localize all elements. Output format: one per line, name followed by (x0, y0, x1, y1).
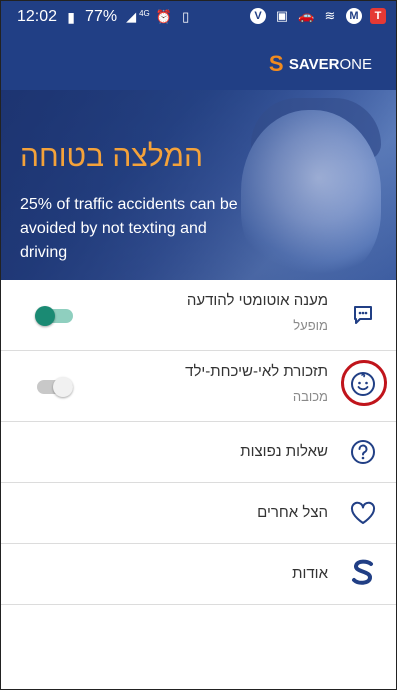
status-time: 12:02 (17, 8, 58, 25)
status-left: 12:02 ▮ 77% ◢ 4G ⏰ ▯ (17, 8, 194, 26)
hero-title: המלצה בטוחה (20, 140, 204, 173)
hero-banner: המלצה בטוחה 25% of traffic accidents can… (1, 90, 396, 280)
message-dots-icon (350, 302, 376, 328)
settings-item-title: אודות (292, 565, 328, 582)
signal-icon: ◢ (126, 9, 137, 24)
viber-icon: V (250, 8, 266, 24)
settings-item-title: הצל אחרים (257, 504, 328, 521)
wind-icon: ≋ (324, 8, 336, 23)
settings-item-child-reminder[interactable]: תזכורת לאי-שיכחת-ילד מכובה (1, 351, 396, 422)
settings-item-save-others[interactable]: הצל אחרים (1, 483, 396, 544)
settings-item-about[interactable]: אודות (1, 544, 396, 605)
heart-outline-icon (350, 500, 376, 526)
settings-item-title: תזכורת לאי-שיכחת-ילד (185, 363, 328, 380)
child-reminder-toggle[interactable] (37, 377, 73, 397)
saverone-s-logo-icon: S (268, 51, 284, 76)
brand-name: SAVERONE (288, 55, 372, 73)
settings-item-status: מכובה (292, 389, 328, 404)
app-screen: 12:02 ▮ 77% ◢ 4G ⏰ ▯ V ▣ 🚗 ≋ M T S SAVER… (0, 0, 397, 690)
settings-item-title: שאלות נפוצות (240, 443, 328, 460)
battery-percent: 77% (85, 8, 118, 25)
settings-list: מענה אוטומטי להודעה מופעל תזכורת לאי-שיכ… (1, 280, 396, 605)
battery-icon: ▮ (67, 9, 75, 25)
app-m-icon: M (346, 8, 362, 24)
hero-subtitle: 25% of traffic accidents can be avoided … (20, 196, 238, 261)
toggle-knob (35, 306, 55, 326)
alarm-icon: ⏰ (155, 9, 172, 24)
toggle-knob (53, 377, 73, 397)
gallery-icon: ▣ (275, 8, 289, 23)
question-circle-icon (350, 439, 376, 465)
status-right: V ▣ 🚗 ≋ M T (250, 8, 386, 24)
vibrate-icon: ▯ (182, 9, 190, 24)
settings-item-title: מענה אוטומטי להודעה (186, 292, 328, 309)
app-notification-icon: T (370, 8, 386, 24)
status-bar: 12:02 ▮ 77% ◢ 4G ⏰ ▯ V ▣ 🚗 ≋ M T (1, 1, 396, 34)
settings-item-faq[interactable]: שאלות נפוצות (1, 422, 396, 483)
network-type: 4G (139, 8, 150, 18)
drive-icon: 🚗 (298, 8, 315, 23)
baby-face-icon (350, 371, 376, 397)
app-bar: S SAVERONE (1, 34, 396, 90)
settings-item-status: מופעל (293, 318, 328, 333)
settings-item-auto-reply[interactable]: מענה אוטומטי להודעה מופעל (1, 280, 396, 351)
saverone-s-icon (350, 559, 376, 585)
auto-reply-toggle[interactable] (35, 306, 73, 326)
saverone-logo: S SAVERONE (268, 51, 372, 76)
